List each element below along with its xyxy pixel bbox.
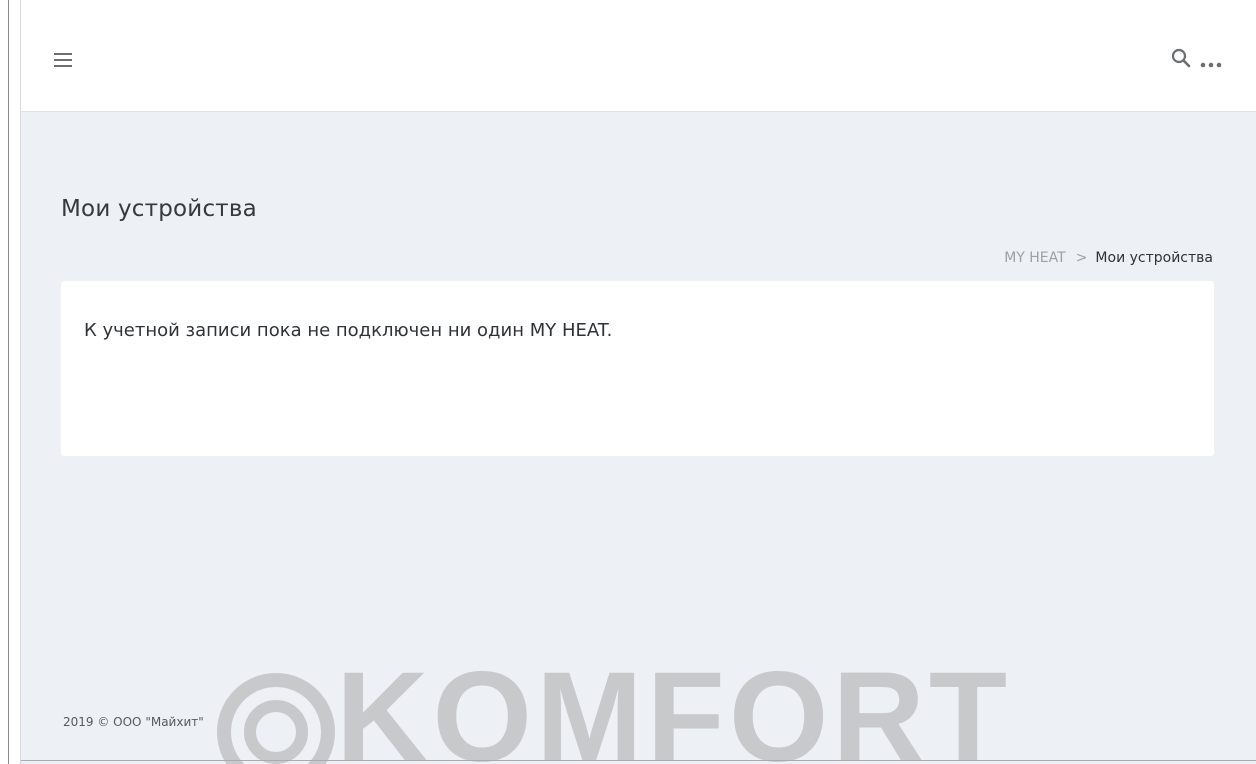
breadcrumb-current: Мои устройства	[1095, 250, 1213, 266]
breadcrumb-separator: >	[1075, 250, 1088, 266]
search-icon[interactable]	[1171, 48, 1191, 68]
bottom-divider	[21, 760, 1256, 761]
komfort-watermark-logo: KOMFORT	[216, 654, 1007, 764]
top-bar	[21, 0, 1256, 112]
hamburger-menu-icon[interactable]	[54, 53, 72, 67]
breadcrumb-home-link[interactable]: MY HEAT	[1004, 250, 1066, 266]
more-horizontal-icon[interactable]	[1200, 54, 1222, 68]
empty-devices-message: К учетной записи пока не подключен ни од…	[84, 320, 613, 341]
window-left-border	[8, 0, 9, 764]
devices-card: К учетной записи пока не подключен ни од…	[61, 281, 1214, 456]
watermark-text: KOMFORT	[336, 646, 1011, 764]
breadcrumb: MY HEAT > Мои устройства	[1004, 250, 1213, 266]
watermark-ring-icon	[217, 673, 335, 764]
footer-copyright: 2019 © ООО "Майхит"	[63, 715, 204, 729]
browser-frame: Мои устройства MY HEAT > Мои устройства К …	[0, 0, 1256, 764]
app-window: Мои устройства MY HEAT > Мои устройства К …	[20, 0, 1256, 764]
page-title: Мои устройства	[61, 196, 257, 222]
